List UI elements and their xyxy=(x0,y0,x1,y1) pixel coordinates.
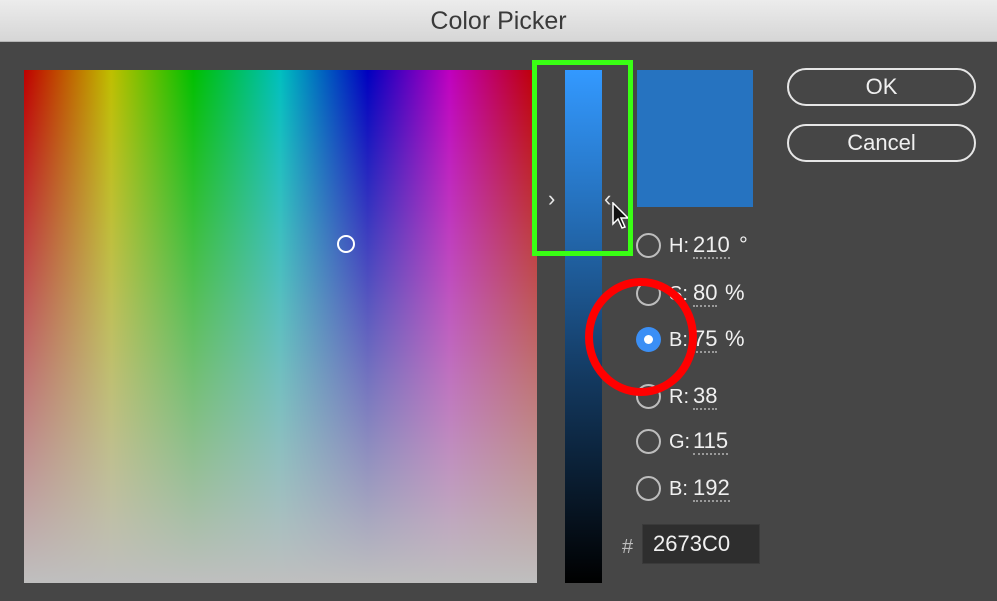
hex-input[interactable]: 2673C0 xyxy=(642,524,760,564)
color-field[interactable] xyxy=(24,70,537,583)
green-label: G: xyxy=(669,431,691,453)
hex-symbol: # xyxy=(622,536,634,558)
saturation-input[interactable]: 80 xyxy=(693,281,718,307)
red-input[interactable]: 38 xyxy=(693,384,718,410)
hue-radio[interactable] xyxy=(636,233,661,258)
highlight-circle xyxy=(585,278,697,396)
ok-button[interactable]: OK xyxy=(787,68,976,106)
saturation-unit: % xyxy=(725,280,745,305)
hue-input[interactable]: 210 xyxy=(693,233,730,259)
highlight-box xyxy=(532,60,633,256)
brightness-unit: % xyxy=(725,326,745,351)
color-preview-swatch xyxy=(637,70,753,207)
green-radio[interactable] xyxy=(636,429,661,454)
hue-unit: ° xyxy=(739,232,748,257)
color-field-marker[interactable] xyxy=(337,235,355,253)
window-title: Color Picker xyxy=(430,7,567,35)
blue-label: B: xyxy=(669,478,688,500)
hue-label: H: xyxy=(669,235,689,257)
title-bar: Color Picker xyxy=(0,0,997,42)
green-input[interactable]: 115 xyxy=(693,429,729,455)
blue-radio[interactable] xyxy=(636,476,661,501)
blue-input[interactable]: 192 xyxy=(693,476,730,502)
red-label: R: xyxy=(669,386,689,408)
cancel-button[interactable]: Cancel xyxy=(787,124,976,162)
